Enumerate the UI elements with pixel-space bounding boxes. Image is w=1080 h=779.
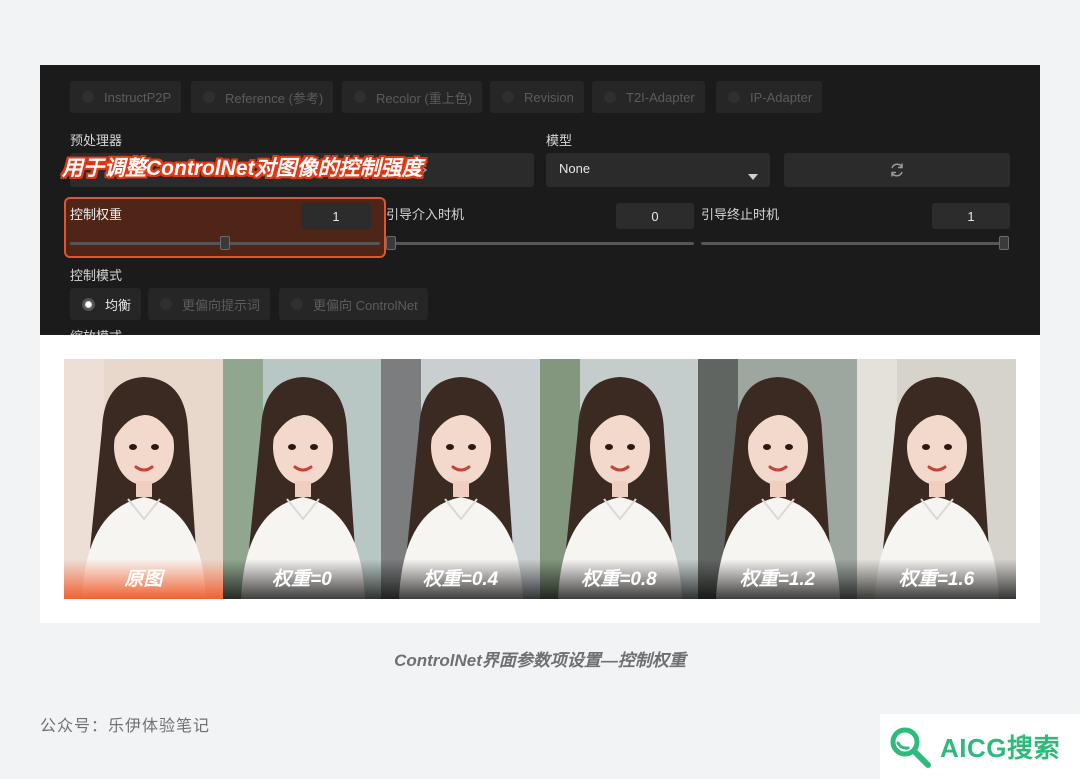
start-slider-handle[interactable] [386,236,396,250]
radio-label: T2I-Adapter [626,89,695,105]
radio-label: 更偏向提示词 [182,297,261,313]
radio-dot-icon [728,91,740,103]
radio-reference[interactable]: Reference (参考) [191,81,334,113]
radio-dot-icon [203,91,215,103]
radio-controlnet-priority[interactable]: 更偏向 ControlNet [279,288,428,320]
preprocessor-label: 预处理器 [70,133,123,148]
radio-dot-icon [604,91,616,103]
radio-selected-icon [82,297,95,311]
aicg-logo: AICG搜索 [880,714,1080,779]
model-label: 模型 [546,133,573,148]
photo-weight-0: 权重=0 [223,359,381,599]
radio-label: Recolor (重上色) [376,90,473,106]
model-value: None [559,161,591,176]
start-slider-track[interactable] [386,242,694,245]
photo-caption: 权重=0.8 [540,559,698,599]
annotation-text: 用于调整ControlNet对图像的控制强度 [62,157,423,180]
start-number-input[interactable]: 0 [616,203,694,229]
radio-label: Reference (参考) [225,90,324,106]
weight-slider-handle[interactable] [220,236,230,250]
refresh-icon [889,162,905,183]
radio-prompt-priority[interactable]: 更偏向提示词 [148,288,271,320]
photo-weight-1-6: 权重=1.6 [857,359,1016,599]
end-slider-track[interactable] [701,242,1009,245]
end-number-input[interactable]: 1 [932,203,1010,229]
weight-label: 控制权重 [70,207,123,222]
photo-original: 原图 [64,359,223,599]
footer-account: 公众号：乐伊体验笔记 [40,718,211,735]
photo-weight-0-4: 权重=0.4 [381,359,540,599]
controlnet-panel: InstructP2P Reference (参考) Recolor (重上色)… [40,65,1040,335]
radio-label: Revision [524,89,574,105]
search-magnifier-icon [890,727,931,768]
control-mode-label: 控制模式 [70,268,123,283]
logo-text: AICG搜索 [940,733,1061,763]
weight-number-input[interactable]: 1 [301,203,371,229]
radio-balanced[interactable]: 均衡 [70,288,142,320]
chevron-down-icon [748,167,758,185]
radio-recolor[interactable]: Recolor (重上色) [342,81,483,113]
radio-dot-icon [502,91,514,103]
radio-revision[interactable]: Revision [490,81,584,113]
radio-ip-adapter[interactable]: IP-Adapter [716,81,823,113]
resize-mode-label: 缩放模式 [70,326,122,335]
start-label: 引导介入时机 [386,207,465,222]
radio-label: 均衡 [105,297,132,313]
radio-label: InstructP2P [104,89,172,105]
photo-caption: 原图 [64,559,223,599]
radio-label: 更偏向 ControlNet [313,297,418,313]
radio-dot-icon [160,298,172,310]
radio-instructp2p[interactable]: InstructP2P [70,81,182,113]
photo-caption: 权重=1.2 [698,559,857,599]
radio-dot-icon [354,91,366,103]
end-slider-handle[interactable] [999,236,1009,250]
comparison-gallery: 原图 权重=0 权重=0.4 权重=0.8 权重=1.2 权重=1.6 [40,335,1040,623]
radio-label: IP-Adapter [750,89,813,105]
figure-caption: ControlNet界面参数项设置—控制权重 [394,651,686,670]
end-label: 引导终止时机 [701,207,780,222]
photo-weight-1-2: 权重=1.2 [698,359,857,599]
radio-t2i-adapter[interactable]: T2I-Adapter [592,81,705,113]
photo-caption: 权重=1.6 [857,559,1016,599]
radio-dot-icon [82,91,94,103]
radio-dot-icon [291,298,303,310]
photo-caption: 权重=0.4 [381,559,540,599]
photo-caption: 权重=0 [223,559,381,599]
photo-weight-0-8: 权重=0.8 [540,359,698,599]
